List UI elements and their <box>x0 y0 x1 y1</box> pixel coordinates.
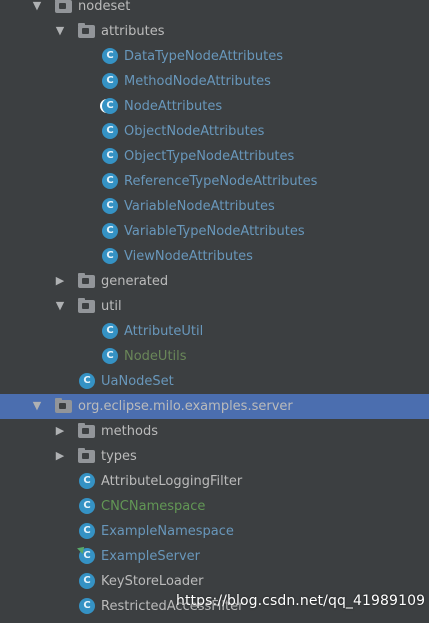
tree-node-label: util <box>101 299 122 314</box>
tree-node-label: ObjectNodeAttributes <box>124 124 265 139</box>
package-folder-icon <box>78 273 95 288</box>
tree-node-label: ViewNodeAttributes <box>124 249 253 264</box>
package-folder-icon <box>78 423 95 438</box>
tree-node-label: nodeset <box>78 0 131 14</box>
watermark-text: https://blog.csdn.net/qq_41989109 <box>176 593 426 609</box>
class-icon: C <box>102 148 118 164</box>
tree-node-label: NodeAttributes <box>124 99 223 114</box>
package-folder-icon <box>78 448 95 463</box>
tree-node-class[interactable]: C NodeAttributes <box>0 94 429 119</box>
tree-node-class[interactable]: C ObjectTypeNodeAttributes <box>0 144 429 169</box>
expand-arrow-icon[interactable]: ▼ <box>54 300 66 312</box>
class-icon: C <box>102 98 118 114</box>
tree-node-methods[interactable]: ▶ methods <box>0 419 429 444</box>
tree-node-label: UaNodeSet <box>101 374 174 389</box>
tree-node-util[interactable]: ▼ util <box>0 294 429 319</box>
tree-node-label: DataTypeNodeAttributes <box>124 49 284 64</box>
tree-node-class[interactable]: C VariableTypeNodeAttributes <box>0 219 429 244</box>
class-icon: C <box>79 523 95 539</box>
tree-node-label: methods <box>101 424 158 439</box>
tree-node-class[interactable]: C NodeUtils <box>0 344 429 369</box>
class-icon: C <box>79 373 95 389</box>
tree-node-label: CNCNamespace <box>101 499 206 514</box>
class-icon: C <box>79 473 95 489</box>
package-folder-icon <box>55 0 72 13</box>
tree-node-class[interactable]: C ViewNodeAttributes <box>0 244 429 269</box>
tree-node-label: KeyStoreLoader <box>101 574 204 589</box>
tree-node-label: MethodNodeAttributes <box>124 74 271 89</box>
collapse-arrow-icon[interactable]: ▶ <box>54 275 66 287</box>
package-folder-icon <box>55 398 72 413</box>
class-icon: C <box>102 73 118 89</box>
class-icon: C <box>79 573 95 589</box>
tree-node-label: ExampleServer <box>101 549 201 564</box>
collapse-arrow-icon[interactable]: ▶ <box>54 450 66 462</box>
class-icon: C <box>102 48 118 64</box>
tree-node-label: AttributeUtil <box>124 324 204 339</box>
package-folder-icon <box>78 298 95 313</box>
class-icon: C <box>102 248 118 264</box>
tree-node-nodeset[interactable]: ▼ nodeset <box>0 0 429 19</box>
tree-node-label: ExampleNamespace <box>101 524 234 539</box>
tree-node-class[interactable]: C VariableNodeAttributes <box>0 194 429 219</box>
tree-node-label: NodeUtils <box>124 349 187 364</box>
tree-node-class[interactable]: C AttributeUtil <box>0 319 429 344</box>
tree-node-class[interactable]: C CNCNamespace <box>0 494 429 519</box>
expand-arrow-icon[interactable]: ▼ <box>31 0 43 12</box>
tree-node-class[interactable]: C ExampleServer <box>0 544 429 569</box>
class-icon: C <box>102 198 118 214</box>
tree-node-class[interactable]: C ExampleNamespace <box>0 519 429 544</box>
main-class-icon: C <box>79 548 95 564</box>
collapse-arrow-icon[interactable]: ▶ <box>54 425 66 437</box>
class-icon: C <box>79 598 95 614</box>
class-icon: C <box>102 173 118 189</box>
tree-node-label: ObjectTypeNodeAttributes <box>124 149 295 164</box>
tree-node-generated[interactable]: ▶ generated <box>0 269 429 294</box>
tree-node-class[interactable]: C DataTypeNodeAttributes <box>0 44 429 69</box>
tree-node-label: org.eclipse.milo.examples.server <box>78 399 293 414</box>
tree-node-class[interactable]: C ReferenceTypeNodeAttributes <box>0 169 429 194</box>
tree-node-server-package[interactable]: ▼ org.eclipse.milo.examples.server <box>0 394 429 419</box>
package-folder-icon <box>78 23 95 38</box>
tree-node-class[interactable]: C ObjectNodeAttributes <box>0 119 429 144</box>
tree-node-label: VariableTypeNodeAttributes <box>124 224 305 239</box>
expand-arrow-icon[interactable]: ▼ <box>54 25 66 37</box>
class-icon: C <box>102 323 118 339</box>
tree-node-class[interactable]: C AttributeLoggingFilter <box>0 469 429 494</box>
class-icon: C <box>102 348 118 364</box>
tree-node-label: AttributeLoggingFilter <box>101 474 243 489</box>
expand-arrow-icon[interactable]: ▼ <box>31 400 43 412</box>
tree-node-attributes[interactable]: ▼ attributes <box>0 19 429 44</box>
tree-node-class[interactable]: C UaNodeSet <box>0 369 429 394</box>
tree-node-label: VariableNodeAttributes <box>124 199 275 214</box>
tree-node-label: attributes <box>101 24 165 39</box>
tree-node-label: ReferenceTypeNodeAttributes <box>124 174 318 189</box>
class-icon: C <box>102 223 118 239</box>
tree-node-class[interactable]: C MethodNodeAttributes <box>0 69 429 94</box>
tree-node-class[interactable]: C KeyStoreLoader <box>0 569 429 594</box>
tree-node-label: types <box>101 449 137 464</box>
class-icon: C <box>79 498 95 514</box>
class-icon: C <box>102 123 118 139</box>
tree-node-label: generated <box>101 274 169 289</box>
tree-node-types[interactable]: ▶ types <box>0 444 429 469</box>
